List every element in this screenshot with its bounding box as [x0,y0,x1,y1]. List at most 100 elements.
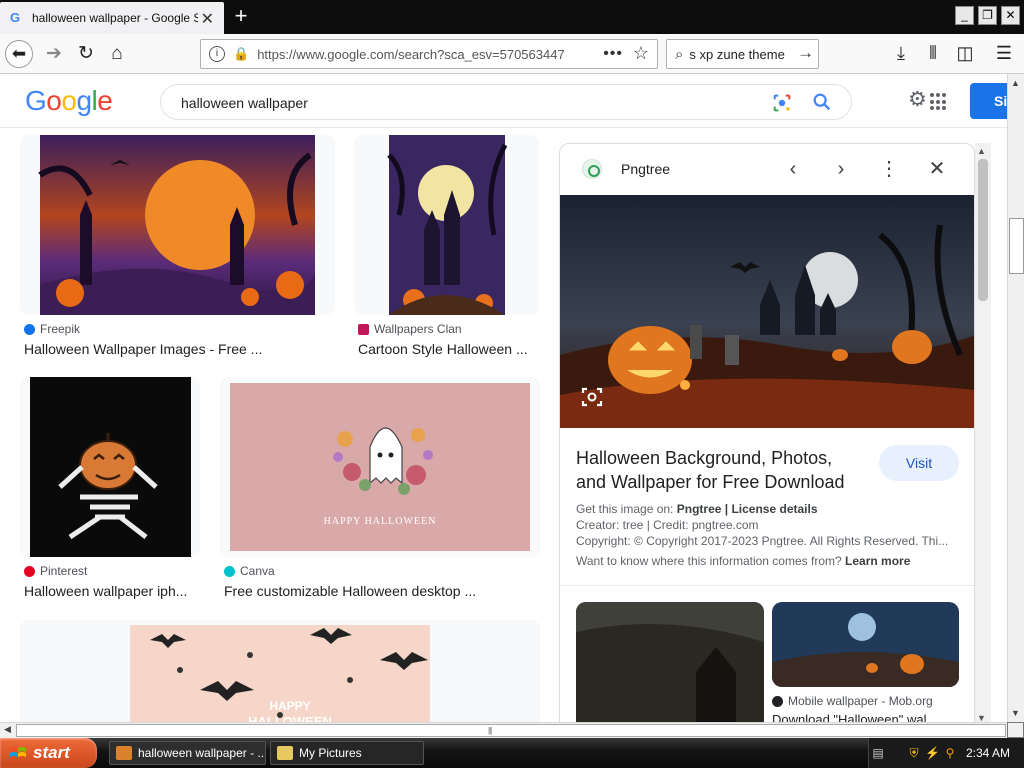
panel-scroll-thumb[interactable] [978,159,988,301]
next-chevron-icon[interactable]: › [829,156,853,182]
scroll-left-arrow-icon[interactable]: ◀ [4,724,11,735]
taskbar-item-browser[interactable]: halloween wallpaper - ... [109,741,266,765]
keyboard-icon[interactable]: ▤ [871,746,885,760]
pinterest-icon [24,565,35,577]
task-label: halloween wallpaper - ... [138,746,266,760]
minimize-button[interactable]: _ [955,6,974,25]
tab-close-icon[interactable]: ✕ [201,9,214,29]
pumpkin-skeleton-image [30,377,191,557]
result-caption[interactable]: Halloween Wallpaper Images - Free ... [24,341,324,357]
url-text[interactable]: https://www.google.com/search?sca_esv=57… [257,47,587,62]
horizontal-scroll-thumb[interactable] [16,724,1006,737]
back-arrow-icon[interactable]: ⬅ [5,40,33,68]
sign-in-button[interactable]: Si [970,83,1007,119]
logo-letter: G [25,85,47,116]
search-query-text[interactable]: halloween wallpaper [181,95,308,111]
start-button[interactable]: start [0,738,97,768]
restore-button[interactable]: ❐ [978,6,997,25]
info-source-text: Want to know where this information come… [576,554,842,568]
search-submit-icon[interactable] [811,91,833,113]
page-actions-icon[interactable]: ••• [603,45,623,63]
previous-chevron-icon[interactable]: ‹ [781,156,805,182]
download-icon[interactable]: ⤓ [890,43,912,64]
horizontal-scrollbar[interactable]: ◀ ||| [0,722,1007,738]
vertical-scroll-thumb[interactable] [1009,218,1024,274]
browser-search-box[interactable]: ⌕ s xp zune theme → [666,39,819,69]
network-icon[interactable]: ⚡ [925,746,940,760]
new-tab-button[interactable]: + [230,3,252,29]
result-caption[interactable]: Cartoon Style Halloween ... [358,341,533,357]
desktop-screen: G halloween wallpaper - Google Search ✕ … [0,0,1024,768]
info-source-line: Want to know where this information come… [576,554,958,568]
taskbar: start halloween wallpaper - ... My Pictu… [0,738,1024,768]
source-label: Canva [240,564,275,578]
start-label: start [33,743,70,762]
browser-tab[interactable]: G halloween wallpaper - Google Search ✕ [0,2,224,34]
logo-letter: e [97,85,113,116]
result-thumbnail-pinterest[interactable] [20,377,200,557]
more-options-icon[interactable]: ⋮ [877,156,901,182]
bookmark-star-icon[interactable]: ☆ [633,43,649,64]
mob-org-icon [772,695,783,707]
url-bar[interactable]: i 🔒 https://www.google.com/search?sca_es… [200,39,658,69]
close-window-button[interactable]: ✕ [1001,6,1020,25]
related-source[interactable]: Mobile wallpaper - Mob.org [772,694,933,708]
result-caption[interactable]: Halloween wallpaper iph... [24,583,199,599]
site-info-icon[interactable]: i [209,46,225,62]
google-apps-icon[interactable] [930,93,948,111]
panel-title[interactable]: Halloween Background, Photos, and Wallpa… [576,446,866,494]
vertical-scrollbar[interactable]: ▲ ▼ [1007,74,1024,722]
home-icon[interactable]: ⌂ [103,40,131,68]
bats-pattern-image: HAPPY HALLOWEEN [130,625,430,722]
google-search-box[interactable]: halloween wallpaper [160,84,852,120]
halloween-castle-image [38,135,315,315]
menu-icon[interactable]: ☰ [993,43,1015,64]
result-thumbnail-freepik[interactable] [20,135,335,315]
result-thumbnail-wallpapers-clan[interactable] [354,135,539,315]
reload-icon[interactable]: ↻ [72,40,100,68]
learn-more-link[interactable]: Learn more [845,554,910,568]
result-source[interactable]: Pinterest [24,564,87,578]
taskbar-item-my-pictures[interactable]: My Pictures [270,741,424,765]
license-details-link[interactable]: License details [731,502,817,516]
related-caption[interactable]: Download "Halloween" wal... [772,712,962,722]
visit-button[interactable]: Visit [879,445,959,481]
search-go-arrow-icon[interactable]: → [797,43,814,63]
navigation-toolbar: ⬅ ➔ ↻ ⌂ i 🔒 https://www.google.com/searc… [0,34,1024,74]
forward-arrow-icon[interactable]: ➔ [40,40,68,68]
result-source[interactable]: Canva [224,564,275,578]
preview-image[interactable] [560,195,974,428]
scroll-down-arrow-icon[interactable]: ▼ [1011,708,1020,718]
get-image-source-link[interactable]: Pngtree [677,502,722,516]
happy-halloween-text: HAPPY HALLOWEEN [324,516,437,527]
search-icon: ⌕ [675,45,684,63]
sidebar-icon[interactable]: ◫ [954,43,976,64]
browser-search-text[interactable]: s xp zune theme [689,47,789,62]
result-thumbnail-canva[interactable]: HAPPY HALLOWEEN [220,377,540,557]
logo-letter: g [76,85,92,116]
result-caption[interactable]: Free customizable Halloween desktop ... [224,583,534,599]
close-panel-icon[interactable]: ✕ [925,156,949,182]
panel-source-name[interactable]: Pngtree [621,161,670,177]
library-icon[interactable]: ⫴ [922,43,944,64]
google-logo[interactable]: Google [25,85,113,117]
result-source[interactable]: Freepik [24,322,80,336]
tab-strip: G halloween wallpaper - Google Search ✕ … [0,0,1024,34]
folder-icon [277,746,293,760]
related-image-1[interactable] [576,602,764,722]
scroll-down-arrow-icon[interactable]: ▼ [977,713,986,722]
panel-scrollbar[interactable]: ▲ ▼ [975,143,991,722]
result-source[interactable]: Wallpapers Clan [358,322,462,336]
copyright-line: Copyright: © Copyright 2017-2023 Pngtree… [576,534,949,548]
scroll-up-arrow-icon[interactable]: ▲ [1011,78,1020,88]
clock[interactable]: 2:34 AM [966,746,1010,760]
search-tray-icon[interactable]: ⚲ [943,746,957,760]
source-label: Freepik [40,322,81,336]
settings-gear-icon[interactable]: ⚙ [908,89,927,111]
related-image-2[interactable] [772,602,959,687]
visual-search-icon[interactable] [580,385,604,409]
scroll-up-arrow-icon[interactable]: ▲ [977,146,986,156]
result-thumbnail-bats[interactable]: HAPPY HALLOWEEN [20,620,540,722]
security-shield-icon[interactable]: ⛨ [907,746,921,760]
google-lens-icon[interactable] [771,92,793,114]
